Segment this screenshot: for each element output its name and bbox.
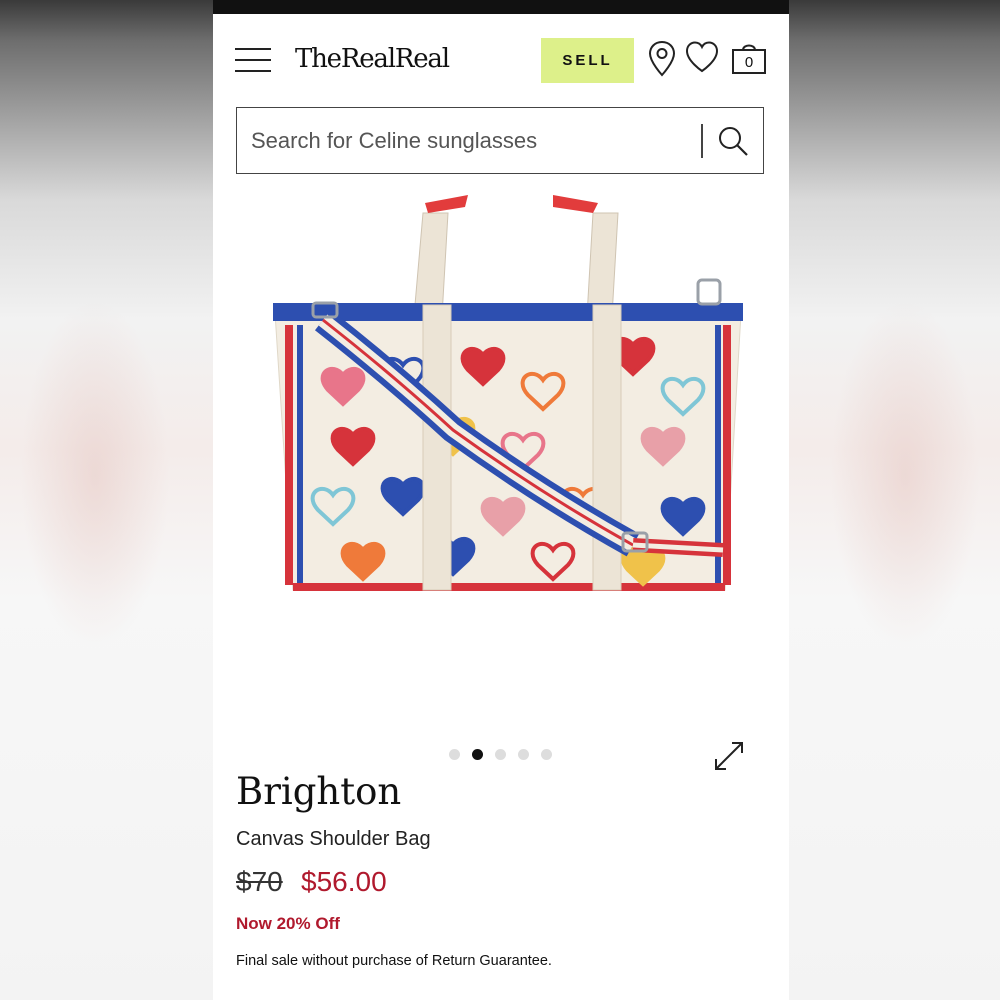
product-name: Canvas Shoulder Bag: [236, 828, 431, 850]
search-bar: [236, 107, 764, 174]
image-carousel-dots: [449, 749, 559, 761]
carousel-dot[interactable]: [449, 749, 460, 760]
sale-price: $56.00: [301, 866, 387, 897]
search-divider: [701, 124, 703, 158]
carousel-dot-active[interactable]: [472, 749, 483, 760]
heart-icon[interactable]: [684, 40, 720, 74]
background-glow-right: [830, 300, 980, 650]
shopping-bag-button[interactable]: 0: [731, 40, 767, 76]
sell-button[interactable]: SELL: [541, 38, 634, 83]
original-price: $70: [236, 866, 283, 897]
discount-label: Now 20% Off: [236, 914, 340, 933]
search-icon[interactable]: [717, 125, 749, 157]
product-image[interactable]: [253, 185, 753, 615]
carousel-dot[interactable]: [518, 749, 529, 760]
cart-count: 0: [744, 54, 754, 71]
carousel-dot[interactable]: [541, 749, 552, 760]
expand-icon[interactable]: [713, 740, 745, 772]
status-bar: [213, 0, 789, 14]
phone-screen: TheRealReal SELL 0 Search for Celine sun…: [213, 0, 789, 1000]
product-brand[interactable]: Brighton: [236, 770, 401, 813]
site-logo[interactable]: TheRealReal: [295, 44, 450, 74]
site-header: TheRealReal SELL 0: [213, 14, 789, 104]
menu-icon[interactable]: [235, 46, 271, 74]
carousel-dot[interactable]: [495, 749, 506, 760]
background-glow-left: [20, 300, 170, 650]
final-sale-note: Final sale without purchase of Return Gu…: [236, 953, 552, 969]
search-input[interactable]: [249, 118, 693, 164]
location-pin-icon[interactable]: [648, 40, 676, 78]
